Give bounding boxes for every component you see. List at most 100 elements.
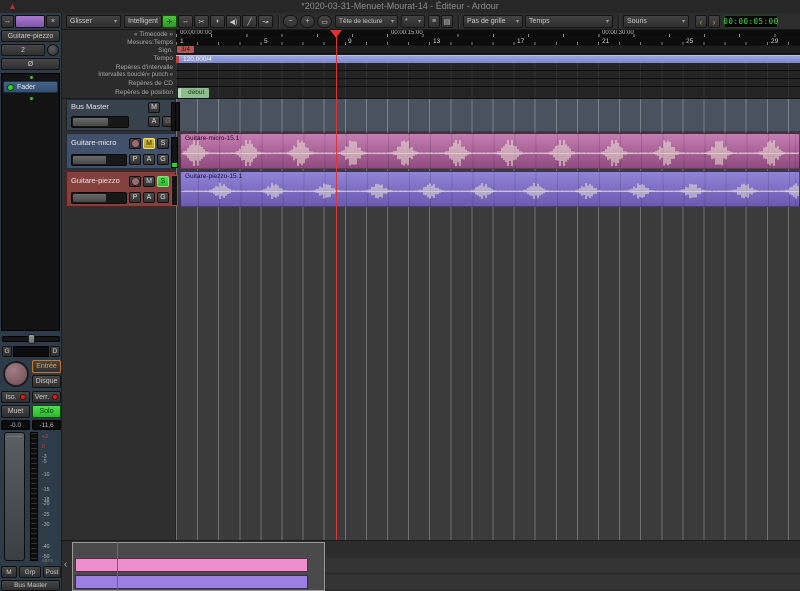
track-color-swatch[interactable] — [15, 15, 45, 28]
zoom-in-button[interactable]: + — [300, 15, 315, 28]
tempo-ruler[interactable]: 120,000/4 — [176, 54, 800, 63]
nudge-forward-button[interactable]: › — [708, 15, 720, 28]
group-button[interactable]: G — [157, 192, 169, 203]
track-name-label[interactable]: Guitare-micro — [71, 138, 116, 147]
cd-markers-ruler[interactable] — [176, 79, 800, 87]
ruler-label-signature[interactable]: Sign. — [158, 47, 173, 54]
ruler-label-cd-markers[interactable]: Repères de CD — [128, 80, 173, 87]
mute-button[interactable]: M — [148, 102, 160, 113]
signature-ruler[interactable]: 3/4 — [176, 46, 800, 54]
monitor-disk-button[interactable]: Disque — [32, 375, 61, 388]
smart-mode-button[interactable]: Intelligent — [124, 15, 162, 28]
record-arm-button[interactable] — [129, 176, 141, 187]
playhead-marker-icon[interactable] — [330, 30, 342, 38]
grid-type-combo[interactable]: Temps▾ — [525, 15, 613, 28]
start-marker[interactable]: début — [178, 88, 209, 98]
track-gain-fader[interactable] — [71, 154, 127, 166]
edit-mode-combo[interactable]: Glisser▾ — [66, 15, 121, 28]
processor-active-led[interactable] — [7, 84, 14, 91]
edit-automation-tool-button[interactable]: ↝ — [258, 15, 273, 28]
meter-point-button[interactable]: Post — [43, 566, 61, 578]
strip-width-button[interactable]: ↔ — [1, 15, 14, 28]
processor-box[interactable]: Fader — [1, 73, 60, 331]
solo-button[interactable]: S — [157, 138, 169, 149]
summary-playhead-line — [117, 542, 118, 591]
save-visual-state-button[interactable]: ▤ — [441, 15, 453, 28]
mono-button[interactable]: M — [1, 566, 17, 578]
measures-ruler[interactable]: 1591317212529 — [176, 38, 800, 46]
track-header-guitare-micro[interactable]: Guitare-micro M S P A G — [66, 133, 176, 169]
input-button[interactable]: 2 — [1, 44, 45, 56]
ruler-label-ranges[interactable]: Repères d'intervalle — [116, 64, 173, 71]
solo-lock-button[interactable]: Verr. — [32, 391, 61, 403]
zoom-target-combo[interactable]: Tête de lecture▾ — [335, 15, 398, 28]
trim-knob-small[interactable] — [47, 44, 59, 56]
ruler-label-timecode[interactable]: « Timecode » — [134, 31, 173, 38]
solo-button[interactable]: S — [157, 176, 169, 187]
gain-fader[interactable] — [4, 432, 25, 561]
track-name-label[interactable]: Guitare-piezzo — [71, 176, 120, 185]
mute-button[interactable]: M — [143, 138, 155, 149]
timecode-ruler[interactable]: 00:00:00:0000:00:15:0000:00:30:00 — [176, 30, 800, 38]
summary-pane[interactable]: ‹ — [62, 540, 800, 591]
rulers-canvas[interactable]: 00:00:00:0000:00:15:0000:00:30:00 159131… — [176, 30, 800, 99]
cut-tool-button[interactable]: ✂ — [194, 15, 209, 28]
peak-display[interactable]: -11,6 — [32, 420, 61, 430]
bus-master-lane[interactable] — [176, 99, 800, 131]
zoom-focus-combo[interactable]: *▾ — [401, 15, 425, 28]
track-header-bus-master[interactable]: Bus Master M A G — [66, 99, 176, 131]
location-markers-ruler[interactable]: début — [176, 87, 800, 99]
snap-mode-combo[interactable]: Pas de grille▾ — [463, 15, 523, 28]
automation-button[interactable]: A — [143, 192, 155, 203]
playhead-line[interactable] — [336, 30, 337, 540]
track-header-guitare-piezzo[interactable]: Guitare-piezzo M S P A G — [66, 171, 176, 207]
stretch-tool-button[interactable]: ◗ — [210, 15, 225, 28]
nudge-back-button[interactable]: ‹ — [695, 15, 707, 28]
solo-button[interactable]: Solo — [32, 405, 61, 418]
zoom-fit-button[interactable]: ▭ — [317, 15, 332, 28]
automation-button[interactable]: A — [148, 116, 160, 127]
summary-scroll-left-icon[interactable]: ‹ — [64, 559, 67, 570]
track-gain-fader[interactable] — [71, 116, 129, 128]
processor-fader-entry[interactable]: Fader — [3, 81, 58, 93]
automation-button[interactable]: A — [143, 154, 155, 165]
pan-handle[interactable] — [28, 334, 35, 344]
range-markers-ruler[interactable] — [176, 63, 800, 71]
tempo-bar[interactable]: 120,000/4 — [176, 55, 800, 63]
group-button[interactable]: Grp — [19, 566, 41, 578]
edit-point-combo[interactable]: Souris▾ — [623, 15, 689, 28]
group-button[interactable]: G — [157, 154, 169, 165]
fit-tracks-button[interactable]: ≡ — [428, 15, 440, 28]
monitor-input-button[interactable]: Entrée — [32, 360, 61, 373]
nudge-clock[interactable]: 00:00:05:00 — [724, 15, 778, 28]
phase-invert-button[interactable]: Ø — [1, 58, 60, 70]
ruler-label-loop-punch[interactable]: Intervalles bouclé/« punch » — [98, 72, 173, 78]
loop-punch-ruler[interactable] — [176, 71, 800, 79]
region-guitare-piezzo[interactable]: Guitare-piezzo-15.1 — [180, 171, 800, 207]
track-gain-fader[interactable] — [71, 192, 127, 204]
hide-strip-button[interactable]: × — [46, 15, 60, 28]
ruler-label-location-markers[interactable]: Repères de position — [115, 89, 173, 96]
playlist-button[interactable]: P — [129, 192, 141, 203]
ruler-label-measures[interactable]: Mesures:Temps — [127, 39, 173, 46]
solo-isolate-button[interactable]: Iso. — [1, 391, 30, 403]
playlist-button[interactable]: P — [129, 154, 141, 165]
draw-tool-button[interactable]: ╱ — [242, 15, 257, 28]
audition-tool-button[interactable]: ◀) — [226, 15, 241, 28]
iso-label: Iso. — [5, 394, 16, 401]
gain-display[interactable]: -0.0 — [1, 420, 30, 430]
output-button[interactable]: Bus Master — [1, 580, 60, 591]
grab-tool-button[interactable]: ✛ — [162, 15, 177, 28]
mute-button[interactable]: Muet — [1, 405, 30, 418]
range-tool-button[interactable]: ↔ — [178, 15, 193, 28]
strip-track-name-button[interactable]: Guitare-piezzo — [1, 30, 60, 42]
mute-button[interactable]: M — [143, 176, 155, 187]
time-signature-badge[interactable]: 3/4 — [177, 46, 194, 53]
ruler-label-tempo[interactable]: Tempo — [153, 55, 173, 62]
track-name-label[interactable]: Bus Master — [71, 102, 109, 111]
region-guitare-micro[interactable]: Guitare-micro-15.1 — [180, 133, 800, 169]
trim-knob[interactable] — [3, 361, 29, 387]
pan-slider[interactable] — [2, 336, 60, 342]
record-arm-button[interactable] — [129, 138, 141, 149]
zoom-out-button[interactable]: − — [283, 15, 298, 28]
